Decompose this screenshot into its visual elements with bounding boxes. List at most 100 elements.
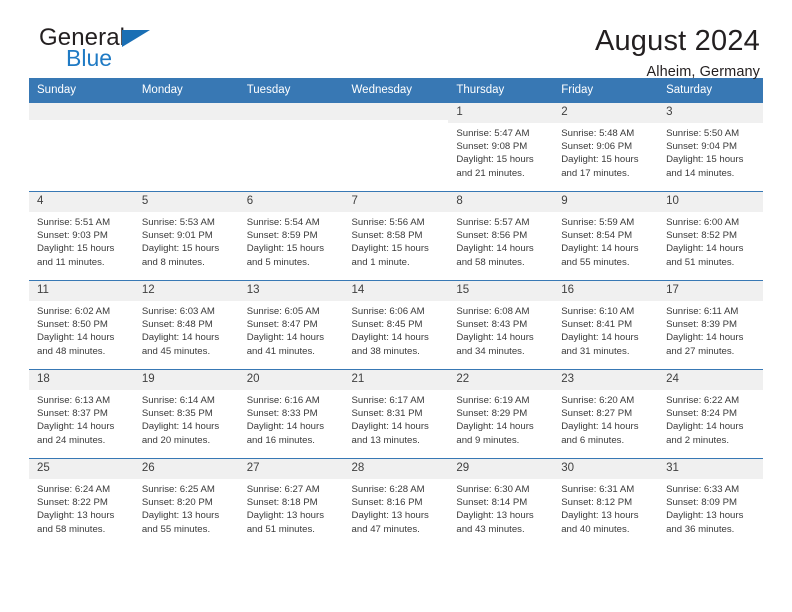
- day-cell-inner: 4 Sunrise: 5:51 AM Sunset: 9:03 PM Daylight…: [29, 192, 134, 280]
- calendar-day-cell[interactable]: 23 Sunrise: 6:20 AM Sunset: 8:27 PM Dayligh…: [553, 369, 659, 459]
- sunset-time: Sunset: 8:58 PM: [351, 230, 423, 242]
- calendar-day-cell[interactable]: 20 Sunrise: 6:16 AM Sunset: 8:33 PM Dayligh…: [238, 369, 344, 459]
- calendar-day-cell[interactable]: 4 Sunrise: 5:51 AM Sunset: 9:03 PM Daylight…: [29, 191, 134, 281]
- calendar-day-cell[interactable]: 24 Sunrise: 6:22 AM Sunset: 8:24 PM Dayligh…: [658, 369, 763, 459]
- day-cell-inner: 26 Sunrise: 6:25 AM Sunset: 8:20 PM Dayligh…: [133, 459, 239, 548]
- daylight-duration-line1: Daylight: 13 hours: [141, 510, 220, 522]
- day-details: Sunrise: 6:27 AM Sunset: 8:18 PM Daylight:…: [239, 479, 344, 535]
- sunset-time: Sunset: 8:43 PM: [456, 319, 528, 331]
- calendar-day-cell[interactable]: 5 Sunrise: 5:53 AM Sunset: 9:01 PM Daylight…: [133, 191, 239, 281]
- day-cell-inner: 16 Sunrise: 6:10 AM Sunset: 8:41 PM Dayligh…: [553, 281, 659, 369]
- calendar-day-cell[interactable]: 11 Sunrise: 6:02 AM Sunset: 8:50 PM Dayligh…: [29, 280, 134, 370]
- daylight-duration-line1: Daylight: 14 hours: [456, 243, 534, 255]
- sunrise-time: Sunrise: 6:20 AM: [561, 395, 635, 407]
- calendar-day-cell[interactable]: 21 Sunrise: 6:17 AM Sunset: 8:31 PM Dayligh…: [343, 369, 449, 459]
- calendar-cell-empty: [29, 102, 134, 192]
- calendar-day-cell[interactable]: 7 Sunrise: 5:56 AM Sunset: 8:58 PM Daylight…: [343, 191, 449, 281]
- calendar-day-cell[interactable]: 10 Sunrise: 6:00 AM Sunset: 8:52 PM Dayligh…: [658, 191, 763, 281]
- weekday-header-sunday: Sunday: [29, 78, 134, 103]
- day-details: Sunrise: 5:50 AM Sunset: 9:04 PM Daylight:…: [658, 123, 763, 179]
- daylight-duration-line2: and 58 minutes.: [456, 256, 525, 268]
- sunset-time: Sunset: 8:59 PM: [246, 230, 318, 242]
- sunset-time: Sunset: 8:56 PM: [456, 230, 528, 242]
- sunset-time: Sunset: 9:06 PM: [561, 141, 633, 153]
- day-number: [343, 103, 449, 120]
- sunset-time: Sunset: 8:16 PM: [351, 497, 423, 509]
- title-block: August 2024 Alheim, Germany: [595, 26, 763, 81]
- sunset-time: Sunset: 8:48 PM: [141, 319, 213, 331]
- sunset-time: Sunset: 8:29 PM: [456, 408, 528, 420]
- calendar-day-cell[interactable]: 27 Sunrise: 6:27 AM Sunset: 8:18 PM Dayligh…: [238, 458, 344, 548]
- calendar-day-cell[interactable]: 30 Sunrise: 6:31 AM Sunset: 8:12 PM Dayligh…: [553, 458, 659, 548]
- calendar-day-cell[interactable]: 2 Sunrise: 5:48 AM Sunset: 9:06 PM Daylight…: [553, 102, 659, 192]
- calendar-day-cell[interactable]: 17 Sunrise: 6:11 AM Sunset: 8:39 PM Dayligh…: [658, 280, 763, 370]
- daylight-duration-line1: Daylight: 14 hours: [666, 332, 744, 344]
- page-header: General Blue August 2024 Alheim, Germany: [29, 0, 763, 81]
- day-number: 26: [133, 459, 239, 480]
- day-cell-inner: 5 Sunrise: 5:53 AM Sunset: 9:01 PM Daylight…: [133, 192, 239, 280]
- sunrise-time: Sunrise: 6:14 AM: [141, 395, 215, 407]
- daylight-duration-line1: Daylight: 14 hours: [246, 421, 325, 433]
- calendar-day-cell[interactable]: 13 Sunrise: 6:05 AM Sunset: 8:47 PM Dayligh…: [238, 280, 344, 370]
- weekday-header-thursday: Thursday: [448, 78, 554, 103]
- sunrise-time: Sunrise: 6:24 AM: [37, 484, 111, 496]
- calendar-day-cell[interactable]: 25 Sunrise: 6:24 AM Sunset: 8:22 PM Dayligh…: [29, 458, 134, 548]
- day-cell-inner: 29 Sunrise: 6:30 AM Sunset: 8:14 PM Dayligh…: [448, 459, 554, 548]
- day-number: 24: [658, 370, 763, 391]
- daylight-duration-line1: Daylight: 14 hours: [37, 332, 115, 344]
- sunset-time: Sunset: 9:04 PM: [666, 141, 737, 153]
- calendar-day-cell[interactable]: 16 Sunrise: 6:10 AM Sunset: 8:41 PM Dayligh…: [553, 280, 659, 370]
- calendar-body: 1 Sunrise: 5:47 AM Sunset: 9:08 PM Daylight…: [29, 102, 763, 548]
- calendar-day-cell[interactable]: 3 Sunrise: 5:50 AM Sunset: 9:04 PM Daylight…: [658, 102, 763, 192]
- daylight-duration-line1: Daylight: 14 hours: [141, 332, 220, 344]
- sunrise-time: Sunrise: 6:22 AM: [666, 395, 740, 407]
- daylight-duration-line2: and 40 minutes.: [561, 523, 630, 535]
- day-number: 21: [343, 370, 449, 391]
- calendar-day-cell[interactable]: 28 Sunrise: 6:28 AM Sunset: 8:16 PM Dayligh…: [343, 458, 449, 548]
- calendar-cell-empty: [238, 102, 344, 192]
- calendar-day-cell[interactable]: 31 Sunrise: 6:33 AM Sunset: 8:09 PM Dayligh…: [658, 458, 763, 548]
- general-blue-logo[interactable]: General Blue: [29, 26, 239, 70]
- sunrise-time: Sunrise: 6:33 AM: [666, 484, 740, 496]
- day-cell-inner: [133, 103, 239, 191]
- calendar-day-cell[interactable]: 12 Sunrise: 6:03 AM Sunset: 8:48 PM Dayligh…: [133, 280, 239, 370]
- sunset-time: Sunset: 8:14 PM: [456, 497, 528, 509]
- calendar-day-cell[interactable]: 15 Sunrise: 6:08 AM Sunset: 8:43 PM Dayligh…: [448, 280, 554, 370]
- calendar-day-cell[interactable]: 6 Sunrise: 5:54 AM Sunset: 8:59 PM Daylight…: [238, 191, 344, 281]
- day-cell-inner: 1 Sunrise: 5:47 AM Sunset: 9:08 PM Daylight…: [448, 103, 554, 191]
- day-details: Sunrise: 6:10 AM Sunset: 8:41 PM Daylight:…: [553, 301, 658, 357]
- weekday-header-monday: Monday: [133, 78, 239, 103]
- daylight-duration-line1: Daylight: 15 hours: [246, 243, 325, 255]
- day-cell-inner: 18 Sunrise: 6:13 AM Sunset: 8:37 PM Dayligh…: [29, 370, 134, 458]
- calendar-day-cell[interactable]: 29 Sunrise: 6:30 AM Sunset: 8:14 PM Dayligh…: [448, 458, 554, 548]
- calendar-day-cell[interactable]: 14 Sunrise: 6:06 AM Sunset: 8:45 PM Dayligh…: [343, 280, 449, 370]
- calendar-day-cell[interactable]: 22 Sunrise: 6:19 AM Sunset: 8:29 PM Dayligh…: [448, 369, 554, 459]
- day-number: 5: [133, 192, 239, 213]
- calendar-week-row: 4 Sunrise: 5:51 AM Sunset: 9:03 PM Daylight…: [29, 191, 763, 281]
- calendar-day-cell[interactable]: 18 Sunrise: 6:13 AM Sunset: 8:37 PM Dayligh…: [29, 369, 134, 459]
- page-subtitle: Alheim, Germany: [646, 64, 760, 81]
- calendar-header-row: Sunday Monday Tuesday Wednesday Thursday…: [29, 78, 763, 103]
- daylight-duration-line1: Daylight: 15 hours: [141, 243, 220, 255]
- day-cell-inner: [343, 103, 449, 191]
- daylight-duration-line1: Daylight: 13 hours: [456, 510, 534, 522]
- day-number: 3: [658, 103, 763, 124]
- day-number: [133, 103, 239, 120]
- calendar-day-cell[interactable]: 9 Sunrise: 5:59 AM Sunset: 8:54 PM Daylight…: [553, 191, 659, 281]
- sunset-time: Sunset: 9:08 PM: [456, 141, 528, 153]
- day-number: 17: [658, 281, 763, 302]
- calendar-cell-empty: [133, 102, 239, 192]
- day-details: Sunrise: 6:02 AM Sunset: 8:50 PM Daylight:…: [29, 301, 134, 357]
- calendar-day-cell[interactable]: 8 Sunrise: 5:57 AM Sunset: 8:56 PM Daylight…: [448, 191, 554, 281]
- day-number: 9: [553, 192, 659, 213]
- calendar-day-cell[interactable]: 26 Sunrise: 6:25 AM Sunset: 8:20 PM Dayligh…: [133, 458, 239, 548]
- calendar-day-cell[interactable]: 1 Sunrise: 5:47 AM Sunset: 9:08 PM Daylight…: [448, 102, 554, 192]
- sunset-time: Sunset: 8:37 PM: [37, 408, 108, 420]
- sunset-time: Sunset: 9:01 PM: [141, 230, 213, 242]
- calendar-day-cell[interactable]: 19 Sunrise: 6:14 AM Sunset: 8:35 PM Dayligh…: [133, 369, 239, 459]
- day-number: 4: [29, 192, 134, 213]
- day-details: Sunrise: 5:51 AM Sunset: 9:03 PM Daylight:…: [29, 212, 134, 268]
- daylight-duration-line2: and 5 minutes.: [246, 256, 310, 268]
- sunset-time: Sunset: 8:20 PM: [141, 497, 213, 509]
- daylight-duration-line2: and 34 minutes.: [456, 345, 525, 357]
